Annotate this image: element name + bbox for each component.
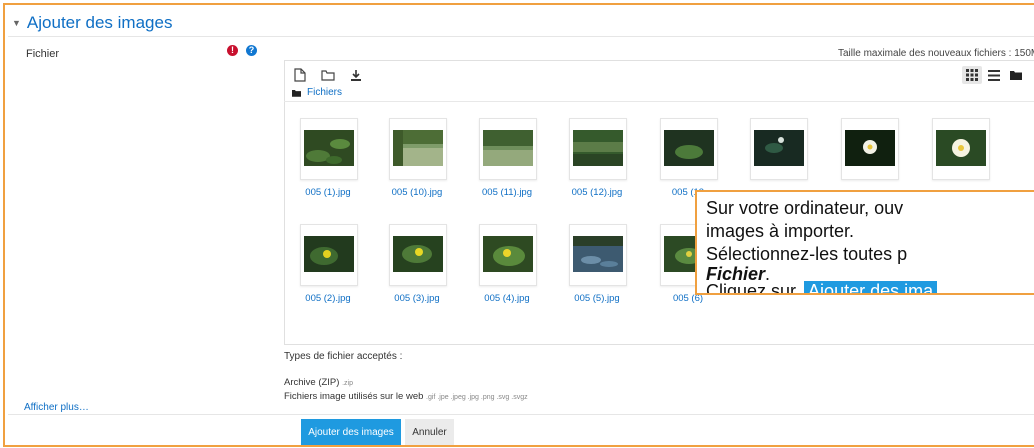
file-thumbnail	[569, 118, 627, 180]
accepted-type-images: Fichiers image utilisés sur le web .gif …	[284, 391, 528, 402]
section-header[interactable]: ▼ Ajouter des images	[12, 13, 172, 33]
required-icon: !	[227, 45, 238, 56]
type-extensions: .zip	[342, 380, 353, 387]
type-extensions: .gif .jpe .jpeg .jpg .png .svg .svgz	[426, 394, 528, 401]
callout-line: Sur votre ordinateur, ouv	[706, 198, 904, 218]
grid-view-icon[interactable]	[962, 66, 982, 84]
callout-button-chip: Ajouter des ima	[804, 281, 938, 293]
file-thumbnail	[479, 224, 537, 286]
file-thumbnail	[300, 118, 358, 180]
callout-line: Sélectionnez-les toutes p	[706, 244, 908, 264]
file-tile[interactable]: 005 (12).jpg	[564, 118, 648, 198]
file-name[interactable]: 005 (1).jpg	[295, 187, 361, 198]
breadcrumb: Fichiers	[292, 87, 342, 98]
file-name[interactable]: 005 (4).jpg	[474, 293, 540, 304]
file-tile[interactable]: 005 (2).jpg	[295, 224, 379, 304]
file-thumbnail	[750, 118, 808, 180]
file-thumbnail	[660, 118, 718, 180]
divider	[8, 414, 1034, 415]
file-tile[interactable]	[927, 118, 1011, 198]
file-thumbnail	[389, 118, 447, 180]
field-label: Fichier	[26, 48, 60, 60]
callout-line: images à importer.	[706, 221, 855, 241]
file-name[interactable]: 005 (5).jpg	[564, 293, 630, 304]
list-view-icon[interactable]	[984, 66, 1004, 84]
file-name[interactable]: 005 (3).jpg	[384, 293, 450, 304]
new-file-icon[interactable]	[290, 66, 310, 84]
callout-line: Cliquez sur Ajouter des ima	[706, 281, 938, 295]
file-tile[interactable]: 005 (11).jpg	[474, 118, 558, 198]
file-tile[interactable]: 005 (5).jpg	[564, 224, 648, 304]
type-label: Archive (ZIP)	[284, 377, 340, 388]
file-thumbnail	[932, 118, 990, 180]
file-name[interactable]: 005 (10).jpg	[384, 187, 450, 198]
file-thumbnail	[841, 118, 899, 180]
help-icon[interactable]: ?	[246, 45, 257, 56]
view-switcher	[962, 66, 1026, 84]
instruction-callout: Sur votre ordinateur, ouv images à impor…	[695, 190, 1034, 295]
file-tile[interactable]: 005 (4).jpg	[474, 224, 558, 304]
file-thumbnail	[479, 118, 537, 180]
file-tile[interactable]: 005 (3).jpg	[384, 224, 468, 304]
file-thumbnail	[389, 224, 447, 286]
file-name[interactable]: 005 (12).jpg	[564, 187, 630, 198]
file-thumbnail	[300, 224, 358, 286]
file-tile[interactable]	[836, 118, 920, 198]
accepted-types-label: Types de fichier acceptés :	[284, 351, 403, 362]
file-toolbar	[290, 66, 366, 84]
file-tile[interactable]: 005 (10).jpg	[384, 118, 468, 198]
collapse-caret-icon[interactable]: ▼	[12, 18, 21, 28]
file-tile[interactable]: 005 (13	[655, 118, 739, 198]
section-title[interactable]: Ajouter des images	[27, 13, 173, 33]
file-tile[interactable]	[745, 118, 829, 198]
tree-view-icon[interactable]	[1006, 66, 1026, 84]
download-icon[interactable]	[346, 66, 366, 84]
file-name[interactable]: 005 (11).jpg	[474, 187, 540, 198]
file-tile[interactable]: 005 (1).jpg	[295, 118, 379, 198]
folder-icon	[292, 89, 301, 97]
divider	[8, 36, 1034, 37]
cancel-button[interactable]: Annuler	[405, 419, 454, 445]
max-size-note: Taille maximale des nouveaux fichiers : …	[838, 48, 1034, 59]
show-more-link[interactable]: Afficher plus…	[24, 402, 89, 413]
file-thumbnail	[569, 224, 627, 286]
file-name[interactable]: 005 (2).jpg	[295, 293, 361, 304]
add-images-button[interactable]: Ajouter des images	[301, 419, 401, 445]
breadcrumb-item-fichiers[interactable]: Fichiers	[307, 87, 342, 98]
new-folder-icon[interactable]	[318, 66, 338, 84]
callout-text: Cliquez sur	[706, 281, 802, 295]
divider	[284, 101, 1034, 102]
accepted-type-zip: Archive (ZIP) .zip	[284, 377, 353, 388]
type-label: Fichiers image utilisés sur le web	[284, 391, 424, 402]
